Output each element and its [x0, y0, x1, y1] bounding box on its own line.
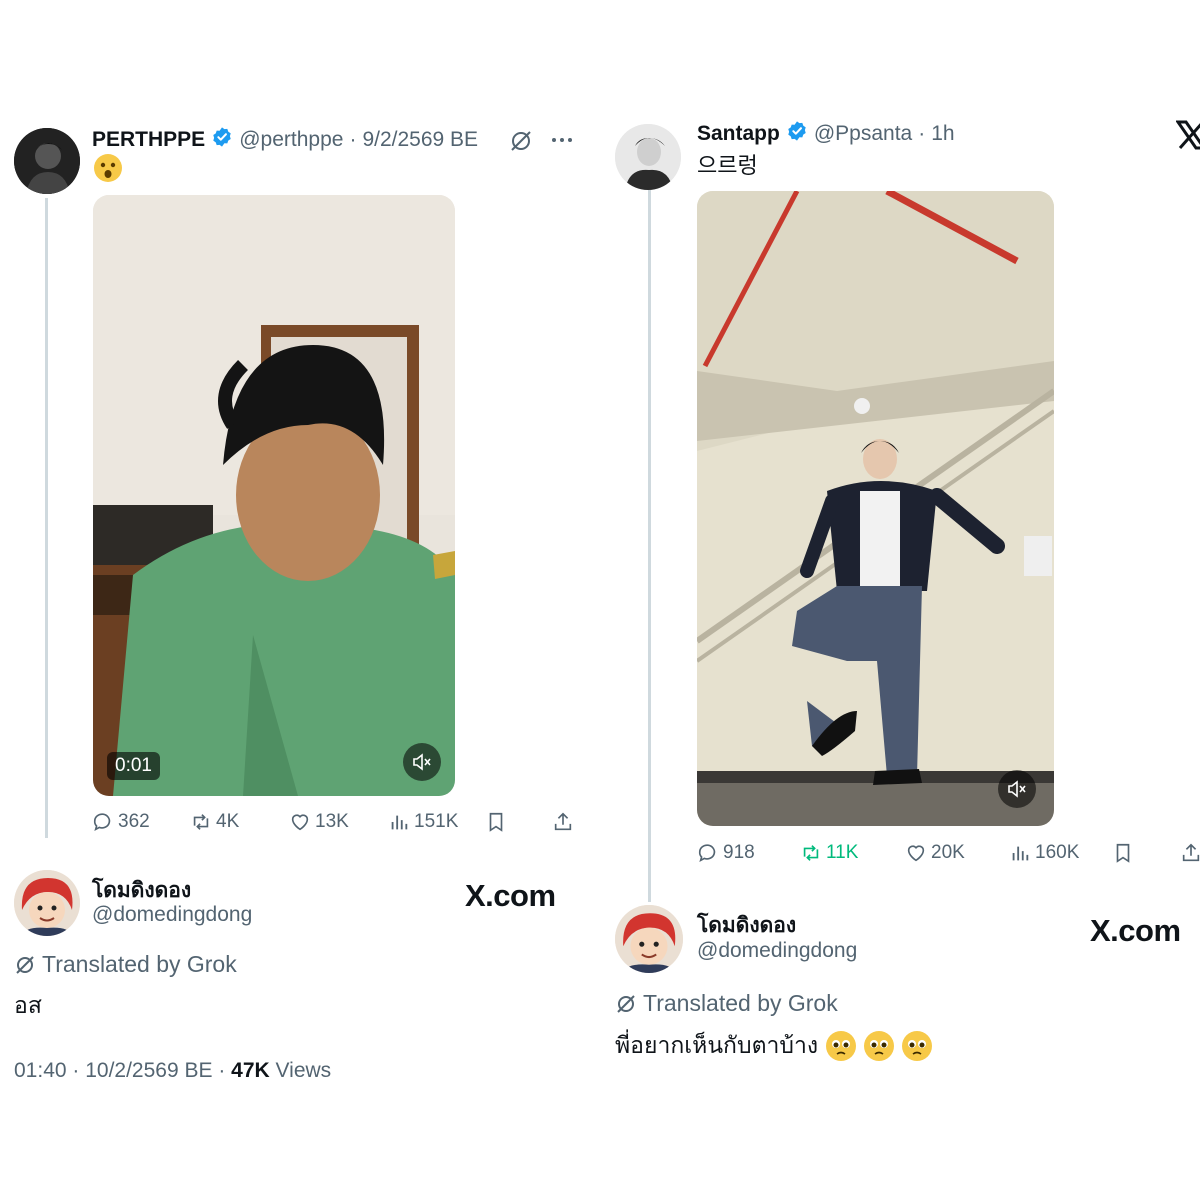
- x-com-brand: X.com: [465, 878, 556, 913]
- footer-views-count: 47K: [231, 1059, 270, 1082]
- like-count: 13K: [315, 811, 349, 832]
- handle[interactable]: @Ppsanta: [814, 122, 912, 146]
- verified-badge-icon: [786, 120, 808, 147]
- avatar[interactable]: [14, 128, 80, 194]
- views-count: 151K: [414, 811, 459, 832]
- quote-handle[interactable]: @domedingdong: [92, 903, 252, 927]
- views-count: 160K: [1035, 842, 1080, 863]
- repost-button[interactable]: 4K: [190, 811, 239, 833]
- share-button[interactable]: [552, 811, 574, 833]
- reply-button[interactable]: 918: [697, 842, 755, 864]
- footer-views-label: Views: [269, 1059, 332, 1082]
- footer-time-date: 01:40 · 10/2/2569 BE ·: [14, 1059, 232, 1082]
- repost-icon: [193, 814, 209, 830]
- analytics-icon: [391, 815, 408, 830]
- like-button[interactable]: 13K: [289, 811, 349, 833]
- share-icon: [1182, 843, 1200, 862]
- bookmark-button[interactable]: [485, 811, 507, 833]
- reply-icon: [93, 813, 111, 831]
- separator: ·: [918, 121, 926, 145]
- heart-icon: [907, 845, 925, 862]
- post-video[interactable]: [93, 195, 455, 796]
- display-name[interactable]: PERTHPPE: [92, 128, 205, 152]
- bookmark-button[interactable]: [1112, 842, 1134, 864]
- pleading-face-icon: [902, 1031, 933, 1061]
- translated-by-grok[interactable]: Translated by Grok: [14, 951, 237, 978]
- mute-icon: [1008, 780, 1026, 798]
- quote-handle[interactable]: @domedingdong: [697, 939, 857, 963]
- translated-by-label: Translated by Grok: [643, 990, 838, 1016]
- share-button[interactable]: [1180, 842, 1200, 864]
- repost-count: 4K: [216, 811, 240, 832]
- like-count: 20K: [931, 842, 965, 863]
- quote-display-name[interactable]: โดมดิงดอง: [697, 909, 796, 942]
- translated-by-label: Translated by Grok: [42, 951, 237, 977]
- reply-button[interactable]: 362: [92, 811, 150, 833]
- avatar[interactable]: [615, 124, 681, 190]
- grok-icon: [617, 994, 635, 1013]
- pleading-face-icon: [864, 1031, 895, 1061]
- mute-button[interactable]: [403, 743, 441, 781]
- share-icon: [554, 812, 572, 831]
- thread-line: [45, 198, 48, 838]
- post-footer: 01:40 · 10/2/2569 BE · 47K Views: [14, 1059, 331, 1083]
- x-logo-icon[interactable]: [1175, 120, 1200, 155]
- repost-button[interactable]: 11K: [800, 842, 858, 864]
- post-age[interactable]: 1h: [931, 122, 954, 146]
- translated-text: พี่อยากเห็นกับตาบ้าง: [615, 1028, 933, 1064]
- translated-by-grok[interactable]: Translated by Grok: [615, 990, 838, 1017]
- bookmark-icon: [489, 812, 503, 832]
- repost-icon: [803, 845, 819, 861]
- reply-count: 362: [118, 811, 150, 832]
- post-date[interactable]: 9/2/2569 BE: [362, 128, 478, 152]
- video-timestamp: 0:01: [107, 752, 160, 780]
- views-button[interactable]: 160K: [1009, 842, 1079, 864]
- thread-line: [648, 190, 651, 902]
- translated-text: อส: [14, 992, 42, 1018]
- heart-icon: [291, 814, 309, 831]
- views-button[interactable]: 151K: [388, 811, 458, 833]
- like-button[interactable]: 20K: [905, 842, 965, 864]
- translated-text-content: พี่อยากเห็นกับตาบ้าง: [615, 1032, 819, 1058]
- reply-icon: [698, 844, 716, 862]
- repost-count: 11K: [826, 842, 859, 863]
- x-com-brand: X.com: [1090, 913, 1181, 948]
- handle[interactable]: @perthppe: [239, 128, 343, 152]
- grok-icon[interactable]: [508, 128, 534, 159]
- post-emoji: [94, 154, 122, 182]
- quote-avatar[interactable]: [14, 870, 80, 936]
- mute-button[interactable]: [998, 770, 1036, 808]
- post-text: 으르렁: [697, 153, 758, 178]
- verified-badge-icon: [211, 126, 233, 153]
- analytics-icon: [1012, 846, 1029, 861]
- mute-icon: [413, 753, 431, 771]
- more-icon[interactable]: [550, 128, 574, 157]
- pleading-face-icon: [826, 1031, 857, 1061]
- post-video[interactable]: [697, 191, 1054, 826]
- display-name[interactable]: Santapp: [697, 122, 780, 146]
- grok-icon: [16, 955, 34, 974]
- reply-count: 918: [723, 842, 755, 863]
- separator: ·: [349, 127, 357, 151]
- quote-avatar[interactable]: [615, 905, 683, 973]
- bookmark-icon: [1116, 843, 1130, 863]
